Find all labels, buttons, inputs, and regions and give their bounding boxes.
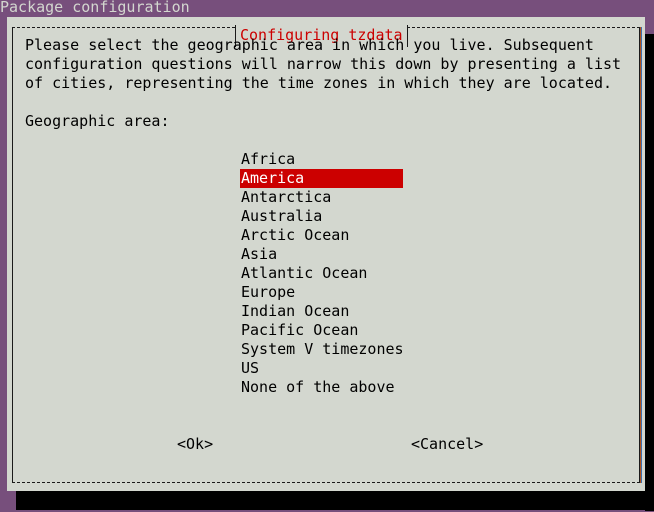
description-line-3: of cities, representing the time zones i… (25, 74, 612, 92)
list-item-system-v-timezones[interactable]: System V timezones (240, 340, 404, 359)
list-item-antarctica[interactable]: Antarctica (240, 188, 403, 207)
list-item-europe[interactable]: Europe (240, 283, 403, 302)
list-item-africa[interactable]: Africa (240, 150, 403, 169)
list-item-arctic-ocean[interactable]: Arctic Ocean (240, 226, 403, 245)
list-item-us[interactable]: US (240, 359, 403, 378)
list-item-indian-ocean[interactable]: Indian Ocean (240, 302, 403, 321)
list-item-none-of-the-above[interactable]: None of the above (240, 378, 403, 397)
geographic-area-list[interactable]: Africa America Antarctica Australia Arct… (240, 150, 404, 397)
description-line-2: configuration questions will narrow this… (25, 55, 622, 73)
list-item-asia[interactable]: Asia (240, 245, 403, 264)
dialog-shadow-right (645, 34, 654, 511)
list-item-australia[interactable]: Australia (240, 207, 403, 226)
tzdata-dialog: Configuring tzdata Please select the geo… (7, 17, 645, 491)
list-item-atlantic-ocean[interactable]: Atlantic Ocean (240, 264, 403, 283)
dialog-shadow-bottom (16, 491, 654, 510)
backtitle: Package configuration (0, 0, 190, 16)
geographic-area-label: Geographic area: (25, 112, 170, 130)
list-item-america[interactable]: America (240, 169, 403, 188)
list-item-pacific-ocean[interactable]: Pacific Ocean (240, 321, 403, 340)
cancel-button[interactable]: <Cancel> (411, 435, 483, 454)
ok-button[interactable]: <Ok> (177, 435, 213, 454)
description-line-1: Please select the geographic area in whi… (25, 36, 594, 54)
